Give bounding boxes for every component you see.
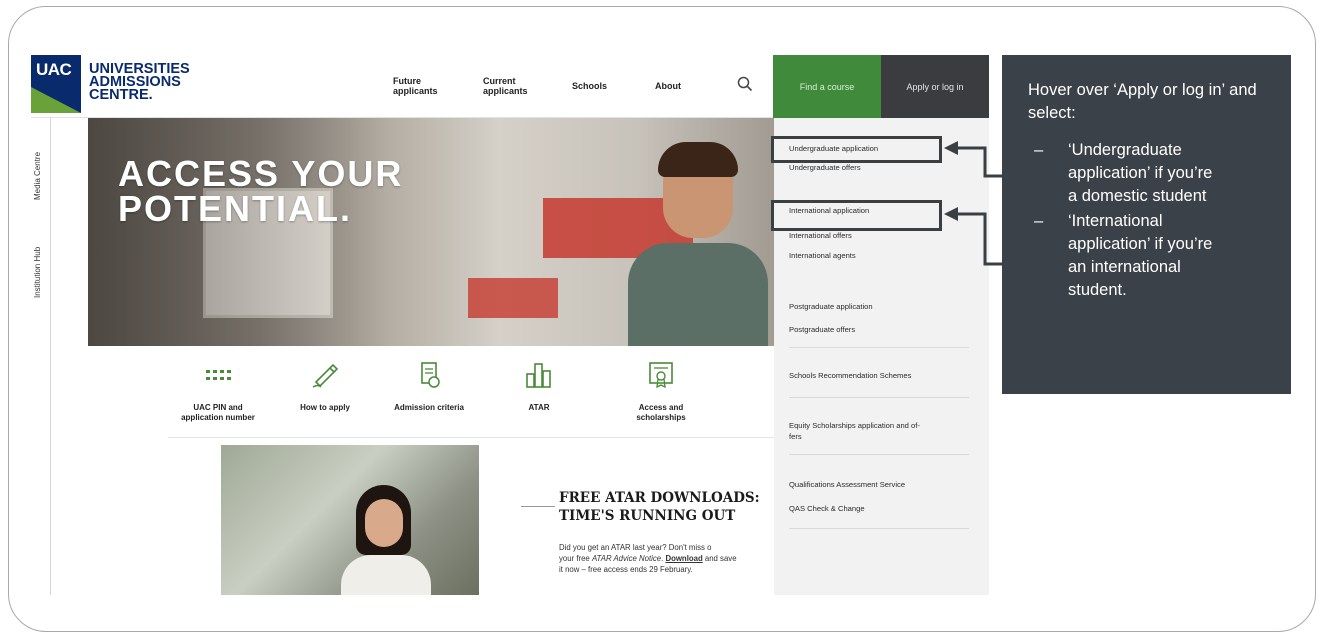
bullet-line: an international — [1068, 258, 1181, 276]
bullet-line: ‘Undergraduate — [1068, 141, 1182, 159]
bullet-line: student. — [1068, 281, 1127, 299]
arrowhead-icon — [944, 207, 958, 221]
bullet-dash: – — [1034, 212, 1044, 230]
bullet-line: ‘International — [1068, 212, 1163, 230]
callout-intro: Hover over ‘Apply or log in’ and select: — [1028, 81, 1257, 122]
bullet-line: a domestic student — [1068, 187, 1207, 205]
bullet-line: application’ if you’re — [1068, 164, 1213, 182]
bullet-dash: – — [1034, 141, 1044, 159]
callout-bullet: – ‘International application’ if you’re … — [1028, 210, 1271, 302]
arrowhead-icon — [944, 141, 958, 155]
instruction-callout: Hover over ‘Apply or log in’ and select:… — [1002, 55, 1291, 394]
callout-bullet: – ‘Undergraduate application’ if you’re … — [1028, 139, 1271, 208]
bullet-line: application’ if you’re — [1068, 235, 1213, 253]
